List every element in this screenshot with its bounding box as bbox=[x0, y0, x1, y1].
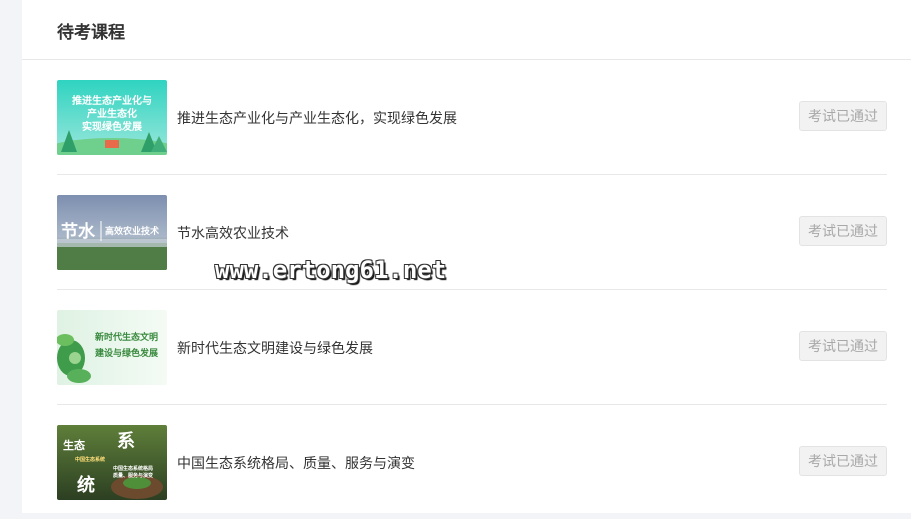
section-title: 待考课程 bbox=[57, 23, 125, 43]
course-item: 推进生态产业化与 产业生态化 实现绿色发展 推进生态产业化与产业生态化，实现绿色… bbox=[57, 60, 887, 175]
thumb-text: 实现绿色发展 bbox=[82, 120, 142, 133]
course-thumbnail[interactable]: 推进生态产业化与 产业生态化 实现绿色发展 bbox=[57, 80, 167, 155]
thumb-text: 建设与绿色发展 bbox=[95, 347, 158, 359]
thumb-text: 推进生态产业化与 bbox=[72, 94, 152, 107]
exam-passed-button[interactable]: 考试已通过 bbox=[799, 446, 887, 476]
course-list: 推进生态产业化与 产业生态化 实现绿色发展 推进生态产业化与产业生态化，实现绿色… bbox=[22, 60, 911, 519]
exam-passed-button[interactable]: 考试已通过 bbox=[799, 101, 887, 131]
thumb-text: 质量、服务与演变 bbox=[113, 472, 153, 479]
thumb-text: 生态 bbox=[63, 438, 85, 452]
course-title[interactable]: 新时代生态文明建设与绿色发展 bbox=[177, 338, 373, 358]
exam-passed-button[interactable]: 考试已通过 bbox=[799, 331, 887, 361]
course-title[interactable]: 推进生态产业化与产业生态化，实现绿色发展 bbox=[177, 108, 457, 128]
course-title[interactable]: 中国生态系统格局、质量、服务与演变 bbox=[177, 453, 415, 473]
course-thumbnail[interactable]: 节水 高效农业技术 bbox=[57, 195, 167, 270]
course-item: 生态 系 统 中国生态系统 中国生态系统格局 质量、服务与演变 中国生态系统格局… bbox=[57, 405, 887, 519]
thumb-text: 高效农业技术 bbox=[105, 225, 159, 237]
thumb-text: 中国生态系统格局 bbox=[113, 465, 153, 472]
course-thumbnail[interactable]: 新时代生态文明 建设与绿色发展 bbox=[57, 310, 167, 385]
course-thumbnail[interactable]: 生态 系 统 中国生态系统 中国生态系统格局 质量、服务与演变 bbox=[57, 425, 167, 500]
course-item: 节水 高效农业技术 节水高效农业技术 考试已通过 bbox=[57, 175, 887, 290]
course-item: 新时代生态文明 建设与绿色发展 新时代生态文明建设与绿色发展 考试已通过 bbox=[57, 290, 887, 405]
thumb-text: 新时代生态文明 bbox=[95, 331, 158, 343]
thumb-text: 产业生态化 bbox=[87, 107, 137, 120]
course-title[interactable]: 节水高效农业技术 bbox=[177, 223, 289, 243]
thumb-text: 统 bbox=[77, 474, 95, 496]
thumb-text: 中国生态系统 bbox=[75, 456, 105, 463]
thumb-text: 节水 bbox=[61, 221, 96, 242]
thumb-text: 系 bbox=[117, 431, 135, 452]
exam-passed-button[interactable]: 考试已通过 bbox=[799, 216, 887, 246]
course-panel: 待考课程 推进生态产业化与 产业生态化 实现绿色发展 推进生态产业化与产业生态化… bbox=[22, 0, 911, 513]
